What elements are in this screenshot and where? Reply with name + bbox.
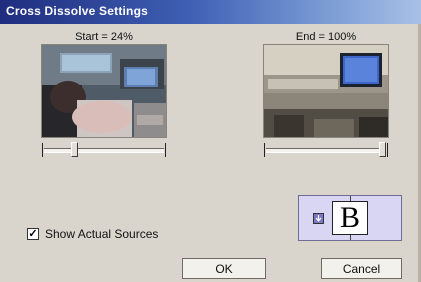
end-slider-right-end [387, 143, 388, 157]
end-slider-track [266, 148, 386, 153]
start-slider-left-end [42, 143, 43, 157]
end-slider-left-end [264, 143, 265, 157]
end-slider[interactable] [264, 142, 388, 158]
start-slider-right-end [165, 143, 166, 157]
swap-direction-icon[interactable] [313, 213, 324, 224]
start-slider-track [44, 148, 164, 153]
show-actual-sources-row[interactable]: ✓ Show Actual Sources [27, 226, 158, 242]
transition-preview: B [298, 195, 402, 241]
title-bar[interactable]: Cross Dissolve Settings [0, 0, 421, 24]
checkmark-icon: ✓ [28, 228, 38, 240]
preview-letter-b: B [332, 201, 368, 235]
start-slider-handle[interactable] [71, 142, 78, 157]
show-actual-sources-label: Show Actual Sources [45, 227, 159, 241]
start-slider[interactable] [42, 142, 166, 158]
start-label: Start = 24% [75, 31, 133, 43]
end-frame-thumbnail [264, 45, 388, 137]
dialog-title: Cross Dissolve Settings [6, 4, 148, 18]
cancel-button[interactable]: Cancel [321, 258, 402, 279]
show-actual-sources-checkbox[interactable]: ✓ [27, 228, 39, 240]
start-frame-thumbnail [42, 45, 166, 137]
ok-button[interactable]: OK [182, 258, 266, 279]
cross-dissolve-dialog: Cross Dissolve Settings Start = 24% End … [0, 0, 421, 282]
end-label: End = 100% [295, 31, 357, 43]
end-slider-handle[interactable] [379, 142, 386, 157]
